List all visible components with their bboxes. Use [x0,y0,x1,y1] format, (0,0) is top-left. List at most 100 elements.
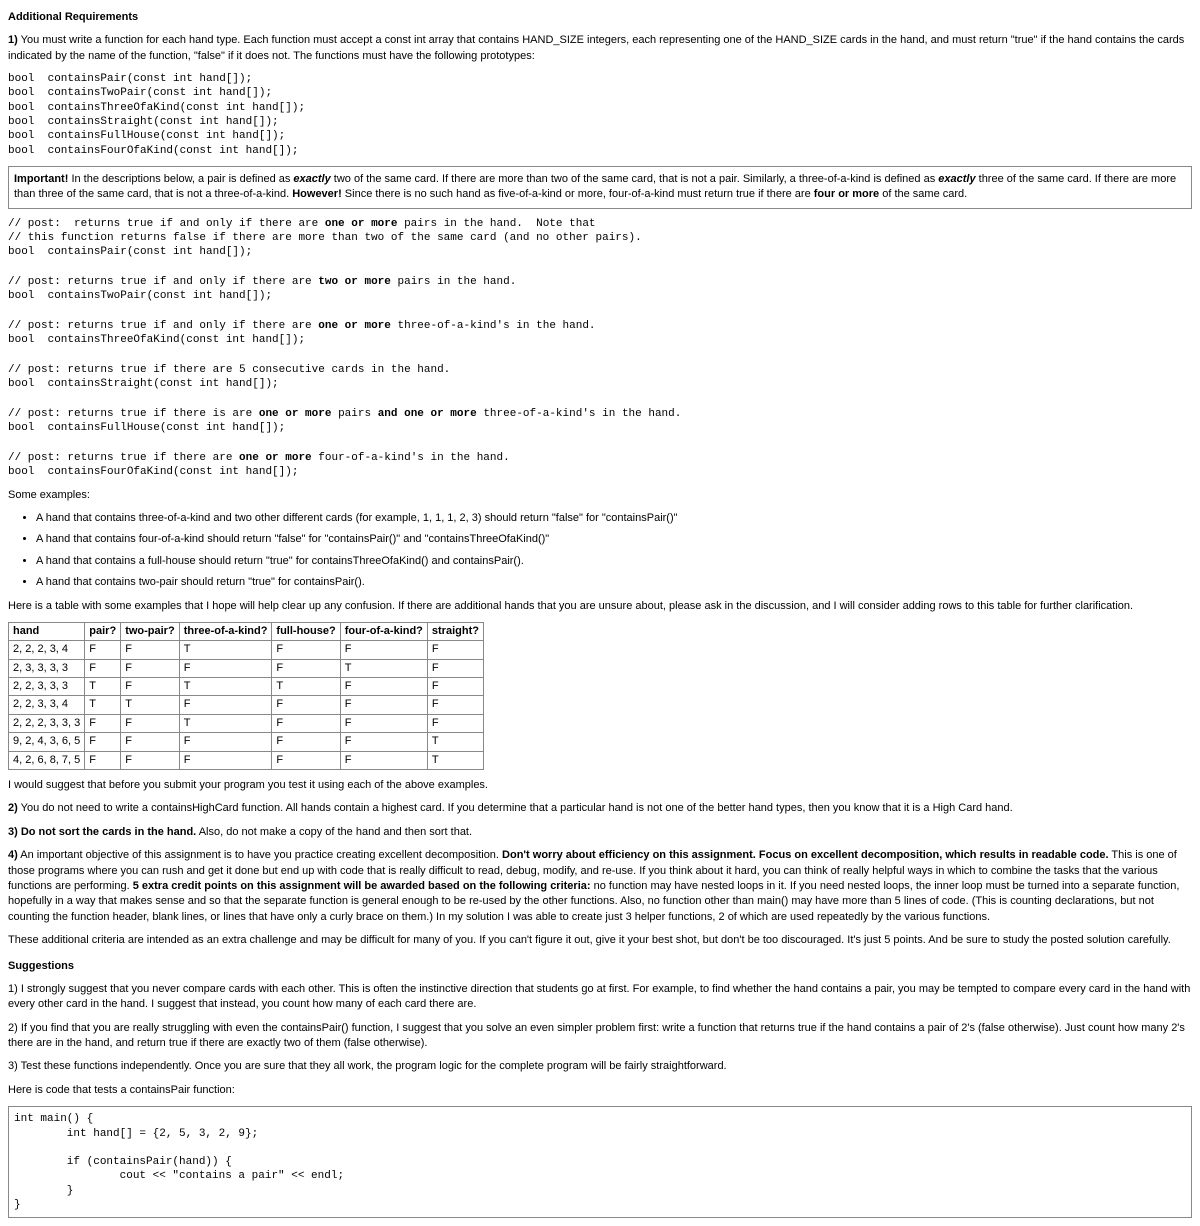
table-cell: F [179,751,272,769]
table-cell: T [121,696,180,714]
p5c: pairs [331,408,377,420]
req3-text: Also, do not make a copy of the hand and… [196,826,472,838]
table-cell: T [85,696,121,714]
examples-list: A hand that contains three-of-a-kind and… [8,511,1192,591]
table-cell: 2, 2, 2, 3, 4 [9,641,85,659]
important-text-5: of the same card. [879,188,967,200]
p6a: // post: returns true if there are [8,452,239,464]
table-cell: 4, 2, 6, 8, 7, 5 [9,751,85,769]
table-row: 9, 2, 4, 3, 6, 5FFFFFT [9,733,484,751]
table-header: two-pair? [121,622,180,640]
table-cell: F [340,678,427,696]
testcode-intro: Here is code that tests a containsPair f… [8,1083,1192,1098]
suggestion-1: 1) I strongly suggest that you never com… [8,982,1192,1013]
p5a: // post: returns true if there is are [8,408,259,420]
examples-table: handpair?two-pair?three-of-a-kind?full-h… [8,622,484,770]
table-row: 2, 3, 3, 3, 3FFFFTF [9,659,484,677]
table-header: straight? [427,622,483,640]
table-cell: F [340,714,427,732]
table-cell: F [272,714,340,732]
post-5: // post: returns true if there is are on… [8,407,1192,436]
table-cell: F [85,751,121,769]
example-item-2: A hand that contains four-of-a-kind shou… [36,532,1192,547]
p2b: two or more [318,276,391,288]
p5d: and one or more [378,408,477,420]
table-cell: F [179,696,272,714]
req2-label: 2) [8,802,18,814]
table-cell: F [340,641,427,659]
important-label: Important! [14,173,68,185]
table-cell: T [179,678,272,696]
table-cell: F [179,733,272,751]
table-cell: F [121,678,180,696]
important-text-4: Since there is no such hand as five-of-a… [342,188,814,200]
table-cell: F [340,733,427,751]
suggestion-2: 2) If you find that you are really strug… [8,1021,1192,1052]
post-1: // post: returns true if and only if the… [8,217,1192,260]
example-item-1: A hand that contains three-of-a-kind and… [36,511,1192,526]
additional-criteria: These additional criteria are intended a… [8,933,1192,948]
table-cell: 2, 2, 3, 3, 3 [9,678,85,696]
important-text-1: In the descriptions below, a pair is def… [68,173,293,185]
table-cell: 2, 2, 2, 3, 3, 3 [9,714,85,732]
table-intro: Here is a table with some examples that … [8,599,1192,614]
four-or-more: four or more [814,188,879,200]
table-cell: 9, 2, 4, 3, 6, 5 [9,733,85,751]
req4-bold-2: 5 extra credit points on this assignment… [133,880,591,892]
p3a: // post: returns true if and only if the… [8,320,318,332]
table-cell: 2, 2, 3, 3, 4 [9,696,85,714]
requirement-1: 1) You must write a function for each ha… [8,33,1192,64]
table-cell: F [85,733,121,751]
important-text-2: two of the same card. If there are more … [331,173,939,185]
suggestion-3: 3) Test these functions independently. O… [8,1059,1192,1074]
table-cell: F [340,751,427,769]
p1a: // post: returns true if and only if the… [8,218,325,230]
req1-text: You must write a function for each hand … [8,34,1184,61]
table-cell: F [272,659,340,677]
however-label: However! [292,188,342,200]
suggest-test: I would suggest that before you submit y… [8,778,1192,793]
p6b: one or more [239,452,312,464]
table-header: full-house? [272,622,340,640]
table-cell: F [272,733,340,751]
req1-label: 1) [8,34,18,46]
table-cell: T [427,733,483,751]
post-6: // post: returns true if there are one o… [8,451,1192,480]
testcode-box: int main() { int hand[] = {2, 5, 3, 2, 9… [8,1106,1192,1218]
table-cell: F [272,751,340,769]
p3b: one or more [318,320,391,332]
req3-bold: Do not sort the cards in the hand. [18,826,196,838]
table-cell: F [272,641,340,659]
exactly-1: exactly [293,173,330,185]
table-row: 2, 2, 3, 3, 4TTFFFF [9,696,484,714]
req4-bold-1: Don't worry about efficiency on this ass… [502,849,1109,861]
table-header: pair? [85,622,121,640]
page-title: Additional Requirements [8,10,1192,25]
table-header-row: handpair?two-pair?three-of-a-kind?full-h… [9,622,484,640]
exactly-2: exactly [938,173,975,185]
req4-label: 4) [8,849,18,861]
table-header: four-of-a-kind? [340,622,427,640]
suggestions-title: Suggestions [8,959,1192,974]
post-4: // post: returns true if there are 5 con… [8,363,1192,392]
table-cell: F [121,659,180,677]
important-box: Important! In the descriptions below, a … [8,166,1192,209]
requirement-2: 2) You do not need to write a containsHi… [8,801,1192,816]
table-cell: F [85,641,121,659]
table-row: 2, 2, 2, 3, 3, 3FFTFFF [9,714,484,732]
p2a: // post: returns true if and only if the… [8,276,318,288]
table-cell: F [121,641,180,659]
table-cell: F [427,714,483,732]
table-cell: T [272,678,340,696]
examples-label: Some examples: [8,488,1192,503]
table-cell: F [179,659,272,677]
table-cell: F [272,696,340,714]
p1b: one or more [325,218,398,230]
requirement-3: 3) Do not sort the cards in the hand. Al… [8,825,1192,840]
table-cell: T [85,678,121,696]
prototypes-code: bool containsPair(const int hand[]); boo… [8,72,1192,158]
table-cell: T [340,659,427,677]
table-cell: F [121,714,180,732]
table-cell: F [85,714,121,732]
table-cell: 2, 3, 3, 3, 3 [9,659,85,677]
